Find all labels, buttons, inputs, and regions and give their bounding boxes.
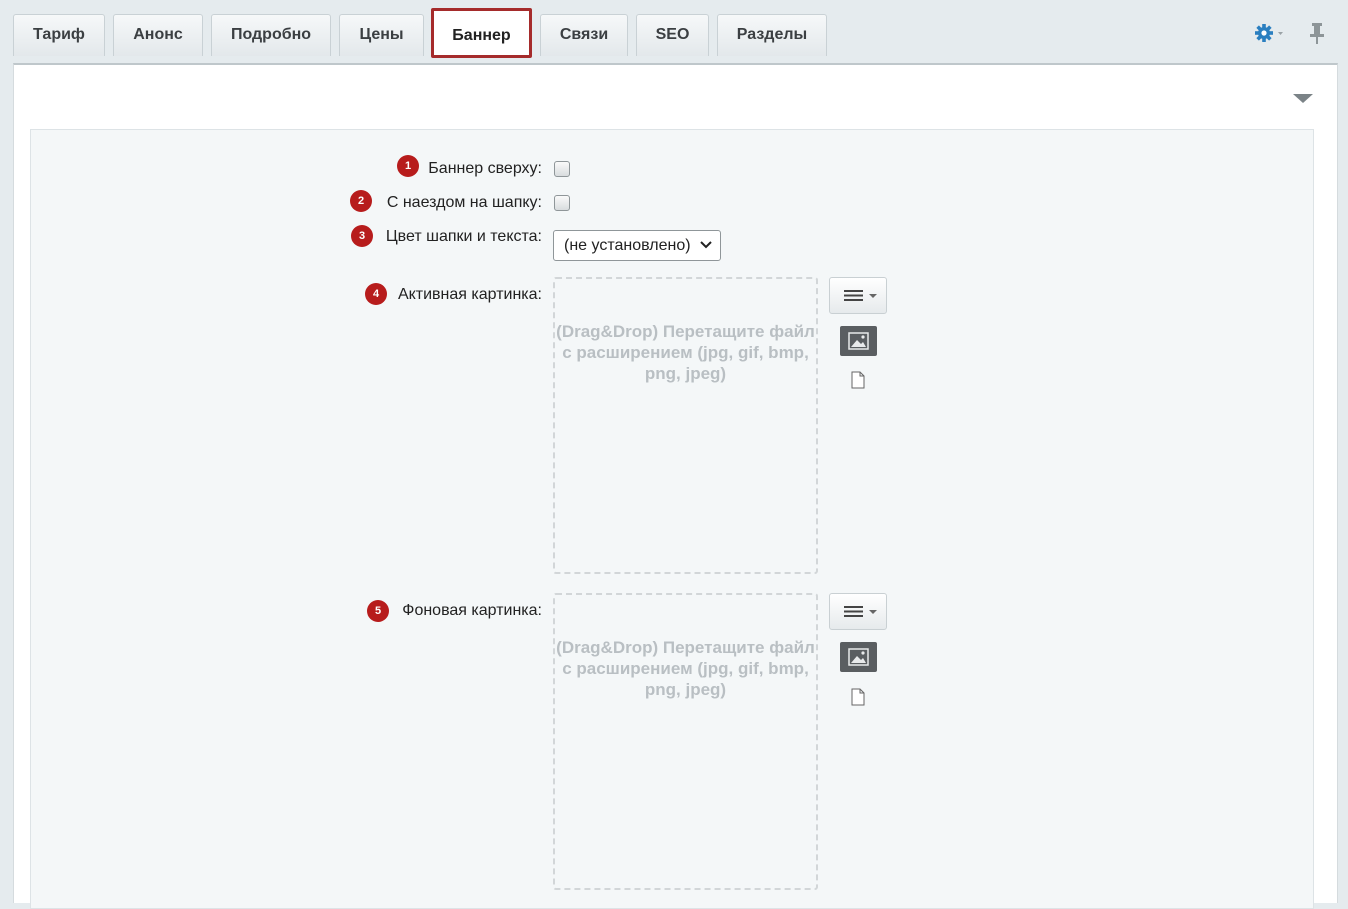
dropzone-text: (Drag&Drop) Перетащите файл с расширение… (556, 322, 815, 383)
overlap-header-checkbox[interactable] (554, 195, 570, 211)
tab-razdely[interactable]: Разделы (717, 14, 827, 56)
tab-svyazi[interactable]: Связи (540, 14, 628, 56)
image-icon (848, 332, 869, 350)
active-image-library-button[interactable] (840, 326, 877, 356)
banner-top-checkbox[interactable] (554, 161, 570, 177)
tab-banner[interactable]: Баннер (431, 8, 532, 58)
image-icon (848, 648, 869, 666)
overlap-header-label: С наездом на шапку: (386, 194, 542, 211)
header-color-select[interactable]: (не установлено) (553, 230, 721, 261)
dropzone-text: (Drag&Drop) Перетащите файл с расширение… (556, 638, 815, 699)
field-number-badge: 5 (367, 600, 389, 622)
header-color-value: (не установлено) (564, 237, 691, 254)
menu-icon (844, 606, 877, 617)
background-image-file-icon[interactable] (851, 688, 865, 706)
background-image-label: Фоновая картинка: (402, 602, 542, 619)
tab-podrobno[interactable]: Подробно (211, 14, 331, 56)
active-image-dropzone[interactable]: (Drag&Drop) Перетащите файл с расширение… (553, 277, 818, 574)
menu-icon (844, 290, 877, 301)
field-number-badge: 1 (397, 155, 419, 177)
field-number-badge: 4 (365, 283, 387, 305)
chevron-down-icon (700, 241, 712, 249)
active-image-menu-button[interactable] (829, 277, 887, 314)
field-number-badge: 2 (350, 190, 372, 212)
tab-ceny[interactable]: Цены (339, 14, 424, 56)
background-image-menu-button[interactable] (829, 593, 887, 630)
pin-icon[interactable] (1306, 20, 1328, 46)
tab-seo[interactable]: SEO (636, 14, 709, 56)
active-image-file-icon[interactable] (851, 371, 865, 389)
collapse-arrow-icon[interactable] (1291, 90, 1315, 106)
background-image-library-button[interactable] (840, 642, 877, 672)
header-color-label: Цвет шапки и текста: (385, 228, 542, 245)
tab-anons[interactable]: Анонс (113, 14, 203, 56)
field-number-badge: 3 (351, 225, 373, 247)
gear-icon[interactable] (1254, 22, 1284, 44)
active-image-label: Активная картинка: (397, 286, 542, 303)
tab-bar: Тариф Анонс Подробно Цены Баннер Связи S… (0, 0, 1348, 64)
banner-top-label: Баннер сверху: (428, 160, 542, 177)
tab-tarif[interactable]: Тариф (13, 14, 105, 56)
background-image-dropzone[interactable]: (Drag&Drop) Перетащите файл с расширение… (553, 593, 818, 890)
